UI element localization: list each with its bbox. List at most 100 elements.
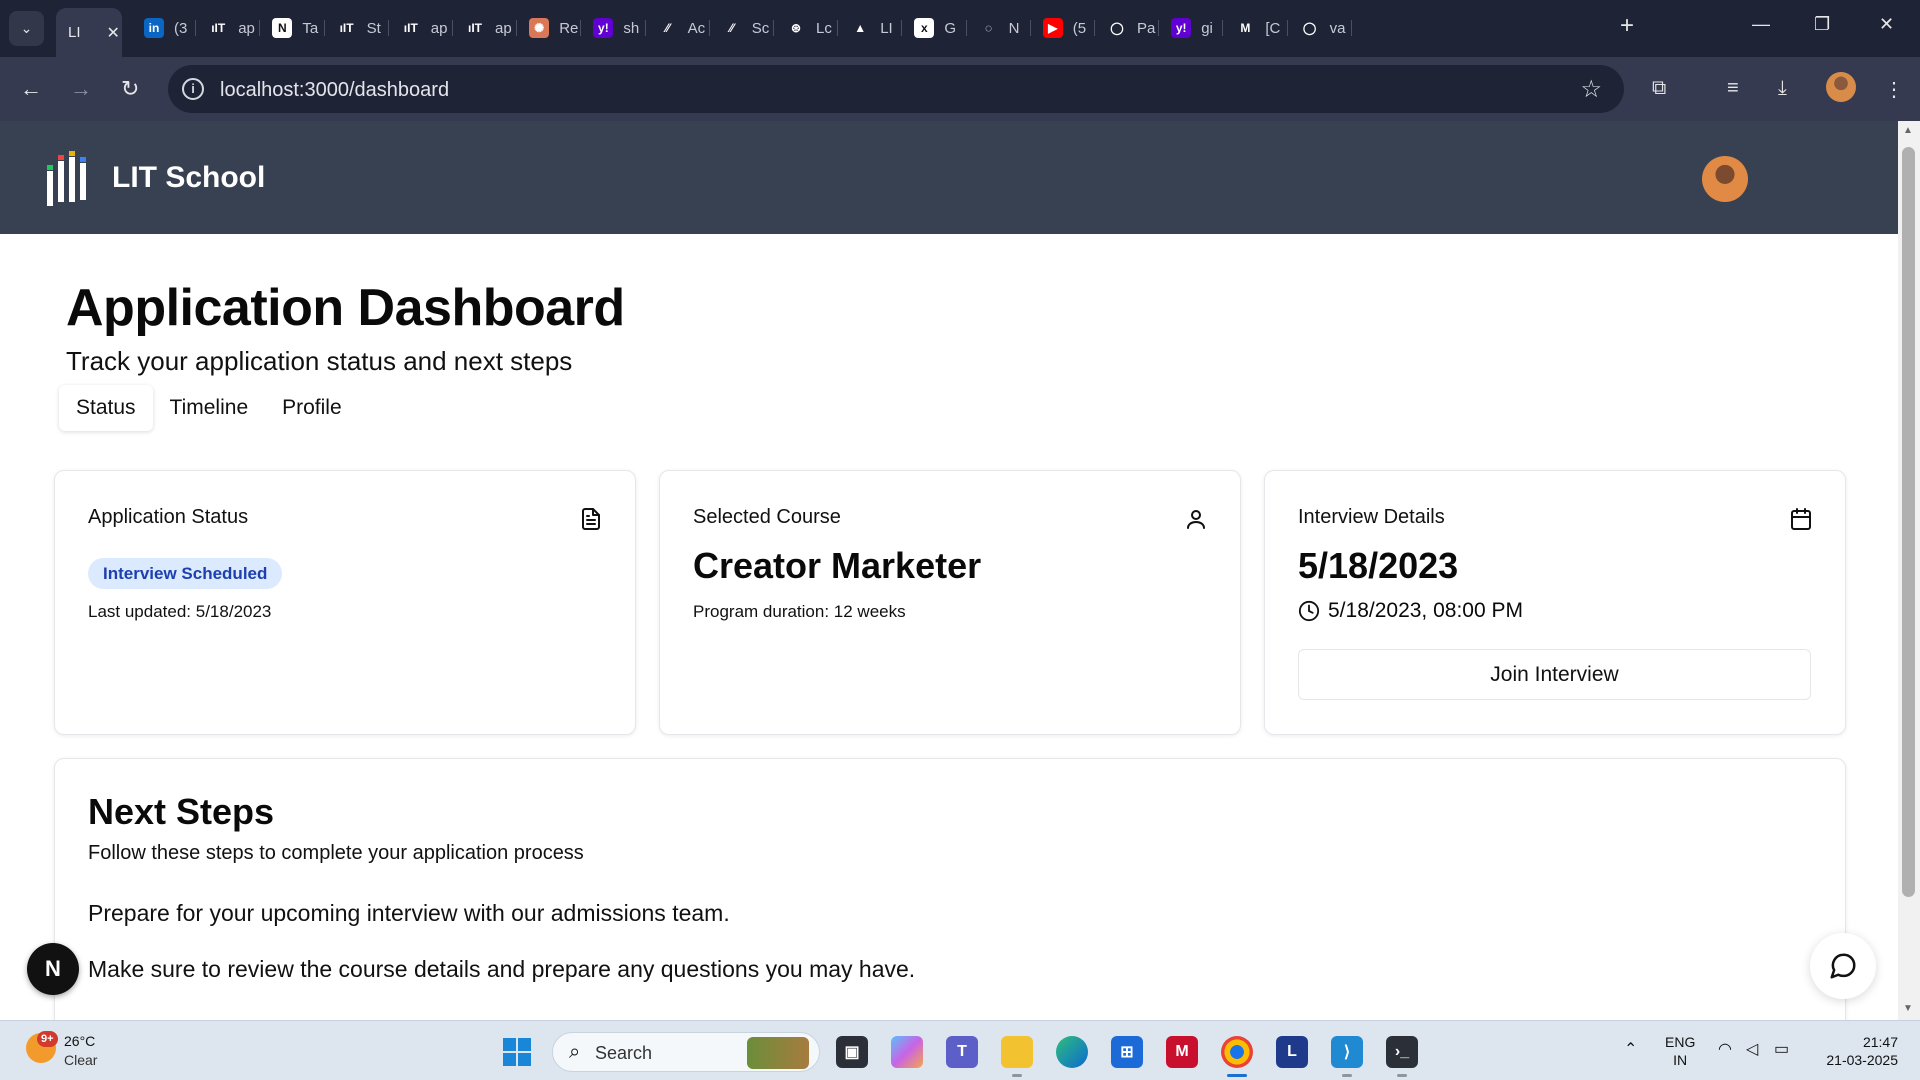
linkedin-icon: in — [144, 18, 164, 38]
weather-condition[interactable]: Clear — [64, 1052, 97, 1068]
profile-avatar[interactable] — [1826, 72, 1856, 102]
mcafee-icon[interactable]: M — [1166, 1036, 1198, 1068]
browser-tab[interactable]: ⁄⁄ Sc — [710, 12, 774, 44]
lit-logo-icon[interactable] — [47, 151, 97, 206]
browser-tab[interactable]: M [C — [1223, 12, 1288, 44]
language-indicator[interactable]: ENG IN — [1665, 1033, 1695, 1069]
x-icon: x — [914, 18, 935, 38]
window-close-icon[interactable]: ✕ — [1879, 14, 1894, 35]
yahoo-icon: y! — [593, 18, 614, 38]
taskbar-search-label: Search — [595, 1043, 653, 1063]
browser-tab[interactable]: ıIT ap — [389, 12, 453, 44]
browser-tab[interactable]: y! sh — [581, 12, 646, 44]
tab-title: ap — [430, 19, 448, 37]
edge-icon[interactable] — [1056, 1036, 1088, 1068]
github-icon: ◯ — [1299, 18, 1320, 38]
page-subtitle: Track your application status and next s… — [66, 346, 573, 376]
chrome-icon[interactable] — [1221, 1036, 1253, 1077]
browser-tab-active[interactable]: LI ✕ — [56, 8, 122, 57]
minimize-icon[interactable]: — — [1752, 14, 1770, 35]
windows-start-icon[interactable] — [503, 1038, 531, 1066]
file-text-icon — [582, 508, 600, 530]
dashboard-tabs: Status Timeline Profile — [59, 384, 359, 432]
lit-icon: ıIT — [400, 18, 421, 38]
microsoft-store-icon[interactable]: ⊞ — [1111, 1036, 1143, 1068]
tab-title: LI — [68, 24, 81, 41]
volume-icon[interactable]: ◁ — [1746, 1039, 1758, 1059]
browser-tab[interactable]: ◌ N — [967, 12, 1031, 44]
reload-icon[interactable]: ↻ — [121, 75, 139, 103]
system-clock[interactable]: 21:47 21-03-2025 — [1818, 1033, 1898, 1069]
scroll-up-icon[interactable]: ▲ — [1903, 125, 1913, 136]
chat-bubble-button[interactable] — [1810, 933, 1876, 999]
browser-tab[interactable]: ⁄⁄ Ac — [646, 12, 710, 44]
browser-tab[interactable]: ▲ LI — [838, 12, 903, 44]
scroll-thumb[interactable] — [1902, 147, 1915, 897]
teams-icon[interactable]: T — [946, 1036, 978, 1068]
ring-icon: ◌ — [978, 18, 999, 38]
browser-tab[interactable]: ıIT St — [325, 12, 389, 44]
weather-temperature[interactable]: 26°C — [64, 1033, 95, 1049]
back-icon[interactable]: ← — [20, 75, 42, 103]
new-tab-button[interactable]: + — [1620, 12, 1634, 40]
browser-tab[interactable]: in (3 — [132, 12, 197, 44]
task-view-icon[interactable]: ▣ — [836, 1036, 868, 1068]
next-steps-title: Next Steps — [88, 791, 275, 832]
tray-overflow-icon[interactable]: ⌃ — [1624, 1039, 1637, 1059]
tab-title: N — [1008, 19, 1020, 37]
page-scrollbar[interactable]: ▲ ▼ — [1898, 121, 1920, 1020]
scroll-down-icon[interactable]: ▼ — [1903, 1003, 1913, 1014]
next-steps-subtitle: Follow these steps to complete your appl… — [88, 842, 584, 864]
url-text[interactable]: localhost:3000/dashboard — [220, 79, 449, 102]
lit-icon: ıIT — [465, 18, 485, 38]
more-menu-icon[interactable]: ⋮ — [1884, 77, 1904, 102]
browser-tabstrip: ⌄ LI ✕ in (3 ıIT ap N Ta ıIT St ıIT ap ıIT ap ✺ Re y! s… — [0, 0, 1920, 57]
browser-tab[interactable]: ıIT ap — [453, 12, 518, 44]
brand-name[interactable]: LIT School — [112, 161, 265, 195]
browser-tab[interactable]: xG — [902, 12, 967, 44]
browser-tab[interactable]: ıIT ap — [196, 12, 261, 44]
media-queue-icon[interactable]: ≡ — [1727, 77, 1739, 100]
user-avatar[interactable] — [1702, 156, 1748, 202]
terminal-icon[interactable]: ›_ — [1386, 1036, 1418, 1077]
copilot-icon[interactable] — [891, 1036, 923, 1068]
youtube-icon: ▶ — [1042, 18, 1063, 38]
notion-icon: N — [272, 18, 293, 38]
battery-icon[interactable]: ▭ — [1774, 1039, 1789, 1059]
restore-icon[interactable]: ❐ — [1814, 14, 1830, 35]
forward-icon[interactable]: → — [70, 75, 92, 103]
tab-title: Ac — [687, 19, 706, 37]
wifi-icon[interactable]: ◠ — [1718, 1039, 1732, 1059]
calendar-icon — [1791, 508, 1811, 530]
browser-tab[interactable]: ⊛ Lc — [774, 12, 839, 44]
course-name: Creator Marketer — [693, 545, 982, 586]
tab-title: Pa — [1137, 19, 1156, 37]
browser-tab[interactable]: ✺ Re — [517, 12, 582, 44]
browser-tab[interactable]: ◯ va — [1288, 12, 1352, 44]
bookmark-star-icon[interactable]: ☆ — [1580, 75, 1602, 104]
tab-title: LI — [880, 19, 893, 37]
region-code: IN — [1673, 1052, 1688, 1068]
tab-search-button[interactable]: ⌄ — [9, 11, 44, 46]
nextjs-dev-indicator[interactable]: N — [27, 943, 79, 995]
clock-icon — [1298, 600, 1320, 622]
site-info-icon[interactable]: i — [182, 78, 204, 100]
file-explorer-icon[interactable] — [1001, 1036, 1033, 1077]
browser-tab[interactable]: N Ta — [260, 12, 325, 44]
close-icon[interactable]: ✕ — [107, 23, 120, 43]
download-icon[interactable]: ⤓ — [1778, 77, 1787, 100]
browser-tab[interactable]: ◯ Pa — [1095, 12, 1160, 44]
last-updated-text: Last updated: 5/18/2023 — [88, 602, 272, 621]
clock-time: 21:47 — [1862, 1034, 1898, 1050]
browser-tab[interactable]: ▶ (5 — [1031, 12, 1095, 44]
address-bar[interactable]: i localhost:3000/dashboard ☆ — [168, 65, 1624, 113]
tab-status[interactable]: Status — [59, 385, 153, 431]
browser-tab[interactable]: y! gi — [1159, 12, 1224, 44]
vscode-icon[interactable]: ⟩ — [1331, 1036, 1363, 1077]
tab-timeline[interactable]: Timeline — [153, 385, 266, 431]
extensions-icon[interactable]: ⧉ — [1652, 77, 1666, 100]
join-interview-button[interactable]: Join Interview — [1298, 649, 1811, 700]
taskbar-search[interactable]: ⌕ Search — [552, 1032, 820, 1072]
tab-profile[interactable]: Profile — [265, 385, 359, 431]
lit-app-icon[interactable]: L — [1276, 1036, 1308, 1068]
